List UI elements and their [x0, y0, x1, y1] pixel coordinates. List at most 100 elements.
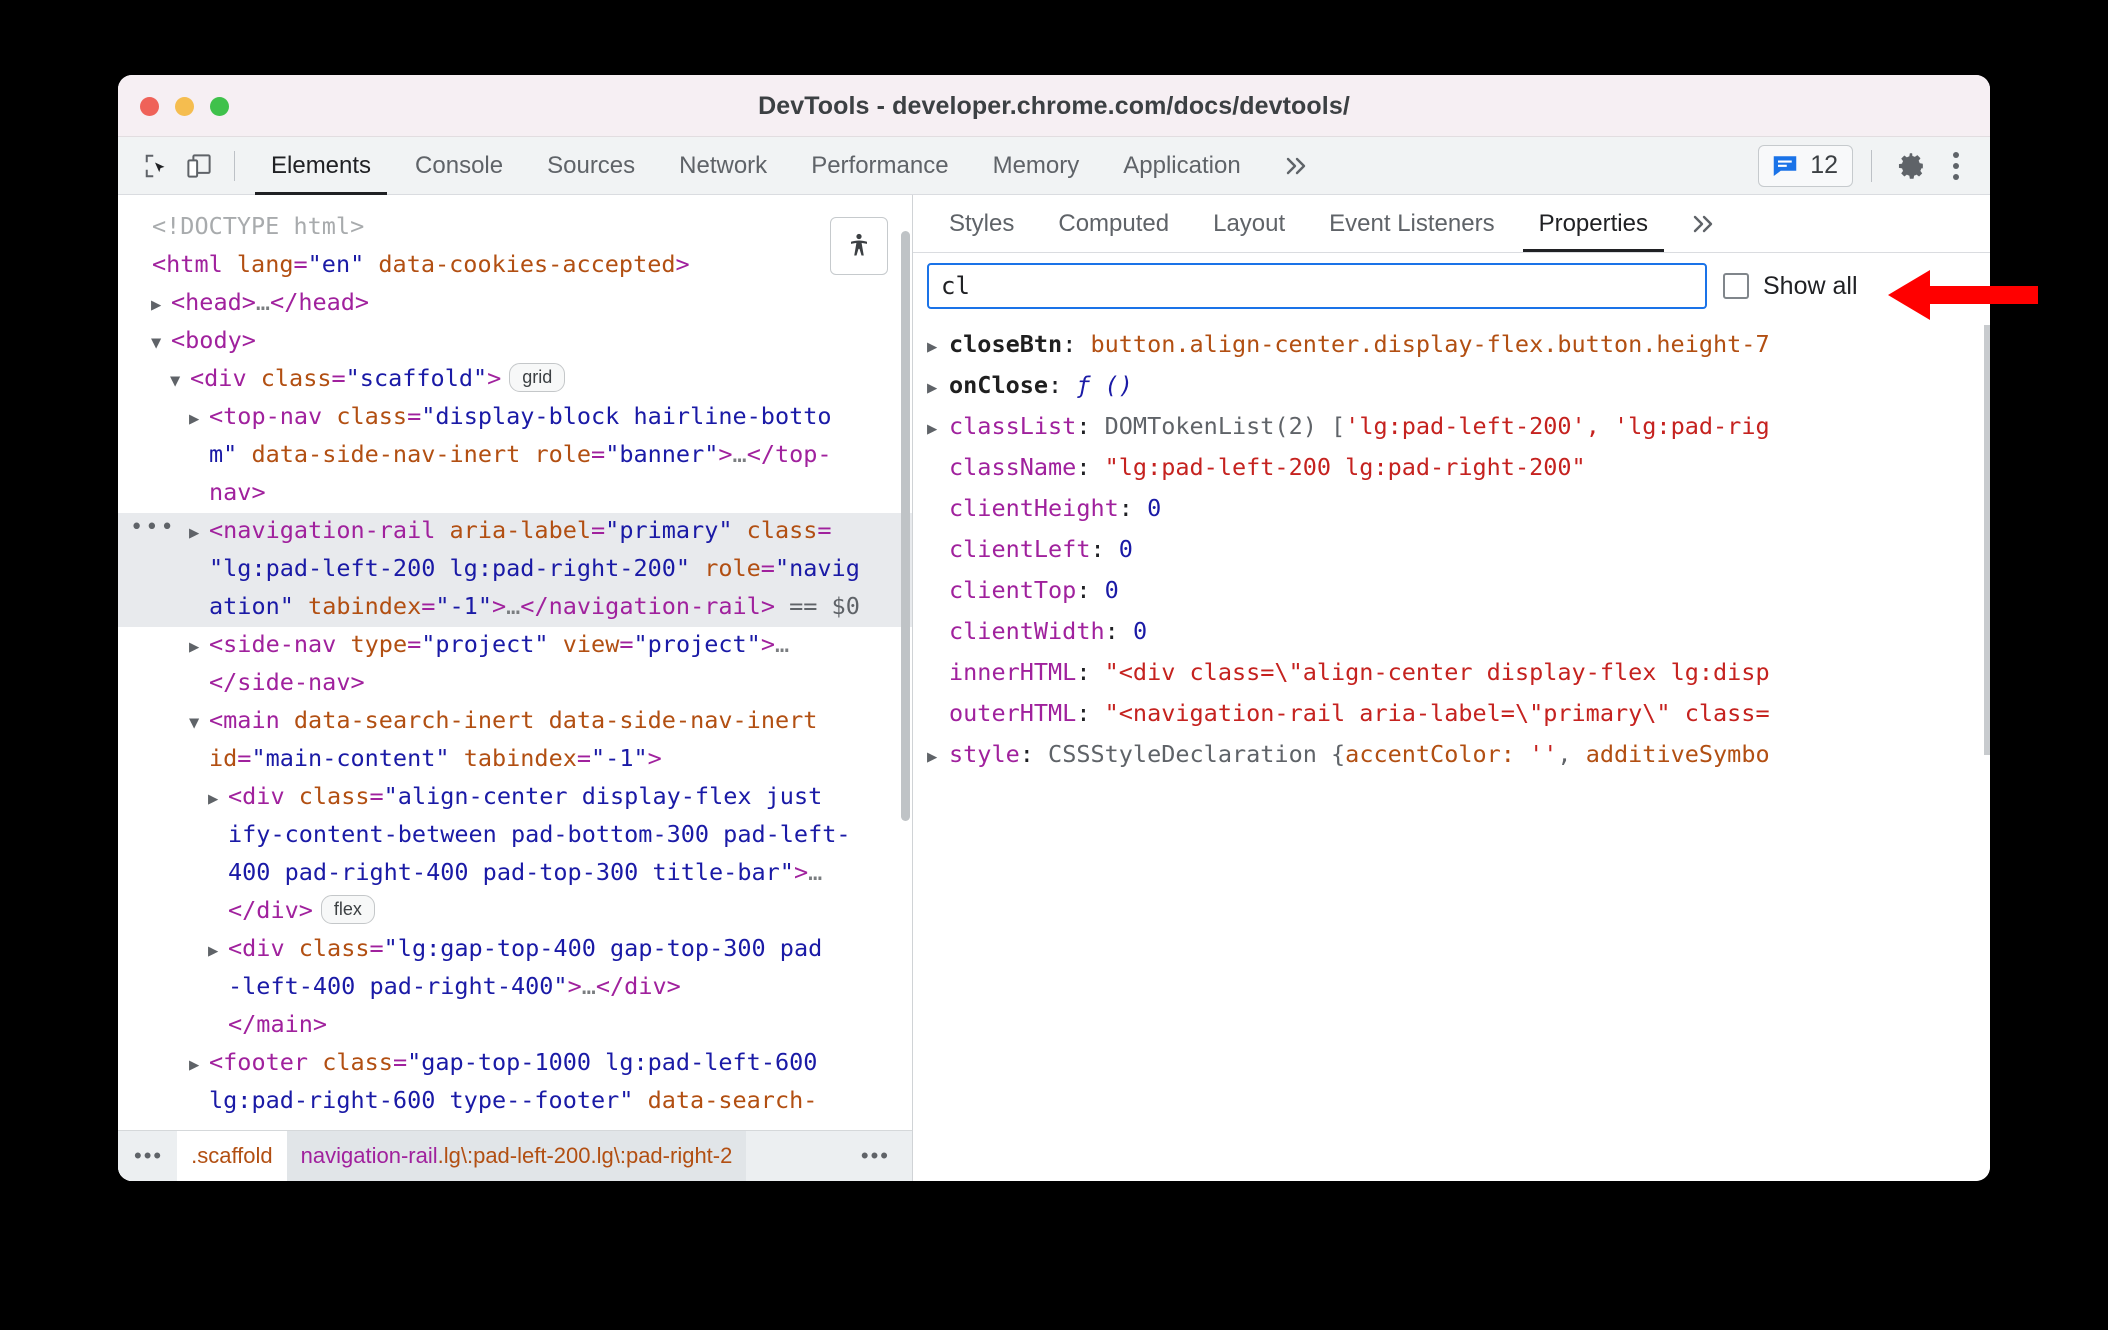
- dom-tree-line[interactable]: ▶ <top-nav class="display-block hairline-…: [118, 399, 912, 437]
- settings-button[interactable]: [1890, 145, 1932, 187]
- dom-tree-line[interactable]: <html lang="en" data-cookies-accepted>: [118, 247, 912, 285]
- collapse-arrow-icon[interactable]: ▼: [170, 364, 190, 399]
- property-row[interactable]: ▶clientWidth: 0: [913, 612, 1990, 653]
- dom-tree-line[interactable]: m" data-side-nav-inert role="banner">…</…: [118, 437, 912, 475]
- dom-token: "scaffold": [345, 364, 488, 392]
- dom-tree-line[interactable]: </div> flex: [118, 893, 912, 931]
- accessibility-tree-button[interactable]: [830, 217, 888, 275]
- dom-tree-line[interactable]: ▼ <main data-search-inert data-side-nav-i…: [118, 703, 912, 741]
- dom-tree-line[interactable]: ▶ <side-nav type="project" view="project"…: [118, 627, 912, 665]
- property-row[interactable]: ▶innerHTML: "<div class=\"align-center d…: [913, 653, 1990, 694]
- dom-token: "-1": [591, 744, 648, 772]
- dom-tree-line[interactable]: ▼ <div class="scaffold"> grid: [118, 361, 912, 399]
- dom-tree-line[interactable]: ▶ <div class="align-center display-flex j…: [118, 779, 912, 817]
- dom-tree-line[interactable]: nav>: [118, 475, 912, 513]
- tab-console[interactable]: Console: [393, 137, 525, 195]
- property-row[interactable]: ▶ classList: DOMTokenList(2) ['lg:pad-lef…: [913, 407, 1990, 448]
- property-row[interactable]: ▶ closeBtn: button.align-center.display-f…: [913, 325, 1990, 366]
- dom-token: == $0: [774, 592, 860, 620]
- property-row[interactable]: ▶ onClose: ƒ (): [913, 366, 1990, 407]
- dom-tree-line[interactable]: </side-nav>: [118, 665, 912, 703]
- property-row[interactable]: ▶outerHTML: "<navigation-rail aria-label…: [913, 694, 1990, 735]
- dom-tree-scroll[interactable]: <!DOCTYPE html> <html lang="en" data-coo…: [118, 195, 912, 1130]
- layout-badge[interactable]: flex: [320, 895, 375, 924]
- dom-token: [285, 782, 299, 810]
- more-sidebar-tabs-button[interactable]: [1670, 195, 1738, 252]
- expand-arrow-icon[interactable]: ▶: [927, 410, 949, 448]
- properties-filter-input[interactable]: [927, 263, 1707, 309]
- property-row[interactable]: ▶clientTop: 0: [913, 571, 1990, 612]
- properties-scrollbar[interactable]: [1984, 325, 1990, 755]
- tab-elements[interactable]: Elements: [249, 137, 393, 195]
- collapse-arrow-icon[interactable]: ▼: [151, 326, 171, 361]
- property-row[interactable]: ▶clientHeight: 0: [913, 489, 1990, 530]
- tab-styles[interactable]: Styles: [927, 195, 1036, 252]
- tab-console-label: Console: [415, 151, 504, 179]
- dom-token: </head>: [270, 288, 370, 316]
- expand-arrow-icon[interactable]: ▶: [927, 328, 949, 366]
- tab-network[interactable]: Network: [657, 137, 789, 195]
- expand-arrow-icon[interactable]: ▶: [208, 934, 228, 969]
- dom-tree-line[interactable]: ▶ <footer class="gap-top-1000 lg:pad-left…: [118, 1045, 912, 1083]
- issues-counter-button[interactable]: 12: [1758, 144, 1853, 187]
- expand-arrow-icon[interactable]: ▶: [189, 516, 209, 551]
- dom-token: </top-: [746, 440, 832, 468]
- tab-sources-label: Sources: [547, 151, 636, 179]
- property-row[interactable]: ▶clientLeft: 0: [913, 530, 1990, 571]
- dom-tree-line[interactable]: id="main-content" tabindex="-1">: [118, 741, 912, 779]
- tab-layout[interactable]: Layout: [1191, 195, 1307, 252]
- tab-sources[interactable]: Sources: [525, 137, 657, 195]
- breadcrumb-crumb-scaffold[interactable]: .scaffold: [177, 1131, 287, 1181]
- dom-tree-scrollbar[interactable]: [901, 231, 910, 821]
- expand-arrow-icon[interactable]: ▶: [189, 630, 209, 665]
- tab-properties[interactable]: Properties: [1517, 195, 1670, 252]
- collapse-arrow-icon[interactable]: ▼: [189, 706, 209, 741]
- breadcrumb-crumb-navigation-rail[interactable]: navigation-rail .lg\:pad-left-200.lg\:pad…: [286, 1131, 747, 1181]
- dom-tree-line[interactable]: ▶ <div class="lg:gap-top-400 gap-top-300 …: [118, 931, 912, 969]
- expand-arrow-icon[interactable]: ▶: [208, 782, 228, 817]
- property-separator: :: [1076, 699, 1105, 727]
- chevron-double-right-icon: [1693, 215, 1713, 232]
- inspect-element-button[interactable]: [136, 145, 178, 187]
- properties-filter-row: Show all: [913, 253, 1990, 319]
- dom-tree-line[interactable]: <!DOCTYPE html>: [118, 209, 912, 247]
- show-all-checkbox[interactable]: [1723, 273, 1749, 299]
- property-row[interactable]: ▶className: "lg:pad-left-200 lg:pad-righ…: [913, 448, 1990, 489]
- expand-arrow-icon[interactable]: ▶: [189, 1048, 209, 1083]
- dom-tree-line[interactable]: </main>: [118, 1007, 912, 1045]
- properties-list[interactable]: ▶ closeBtn: button.align-center.display-f…: [913, 319, 1990, 1181]
- tab-application[interactable]: Application: [1101, 137, 1262, 195]
- dom-token: m": [209, 440, 238, 468]
- device-toolbar-button[interactable]: [178, 145, 220, 187]
- dom-tree-line[interactable]: lg:pad-right-600 type--footer" data-sear…: [118, 1083, 912, 1121]
- tab-memory[interactable]: Memory: [971, 137, 1102, 195]
- devtools-window: DevTools - developer.chrome.com/docs/dev…: [118, 75, 1990, 1181]
- tab-computed[interactable]: Computed: [1036, 195, 1191, 252]
- dom-tree-line[interactable]: 400 pad-right-400 pad-top-300 title-bar"…: [118, 855, 912, 893]
- expand-arrow-icon[interactable]: ▶: [927, 369, 949, 407]
- layout-badge[interactable]: grid: [509, 363, 566, 392]
- dom-tree-line[interactable]: ify-content-between pad-bottom-300 pad-l…: [118, 817, 912, 855]
- dom-tree-line[interactable]: ation" tabindex="-1">…</navigation-rail>…: [118, 589, 912, 627]
- tab-styles-label: Styles: [949, 209, 1015, 237]
- expand-arrow-icon[interactable]: ▶: [151, 288, 171, 323]
- dom-token: =: [331, 364, 346, 392]
- dom-tree-line[interactable]: ▶ <head>…</head>: [118, 285, 912, 323]
- property-row[interactable]: ▶ style: CSSStyleDeclaration {accentColor…: [913, 735, 1990, 776]
- show-all-checkbox-row[interactable]: Show all: [1723, 272, 1858, 301]
- dom-tree-line[interactable]: ▶<navigation-rail aria-label="primary" c…: [118, 510, 912, 551]
- breadcrumb-overflow-right[interactable]: •••: [845, 1131, 912, 1181]
- dom-tree-line[interactable]: ▼ <body>: [118, 323, 912, 361]
- dom-tree-line[interactable]: -left-400 pad-right-400">…</div>: [118, 969, 912, 1007]
- tab-performance[interactable]: Performance: [789, 137, 970, 195]
- expand-arrow-icon[interactable]: ▶: [927, 738, 949, 776]
- tab-event-listeners[interactable]: Event Listeners: [1307, 195, 1516, 252]
- more-panels-button[interactable]: [1263, 137, 1331, 195]
- dom-token: [308, 1048, 322, 1076]
- breadcrumb-overflow-left[interactable]: •••: [118, 1131, 177, 1181]
- dom-token: tabindex: [463, 744, 577, 772]
- expand-arrow-icon[interactable]: ▶: [189, 402, 209, 437]
- dom-tree-line[interactable]: "lg:pad-left-200 lg:pad-right-200" role=…: [118, 551, 912, 589]
- property-separator: :: [1076, 658, 1105, 686]
- more-options-button[interactable]: [1936, 145, 1976, 187]
